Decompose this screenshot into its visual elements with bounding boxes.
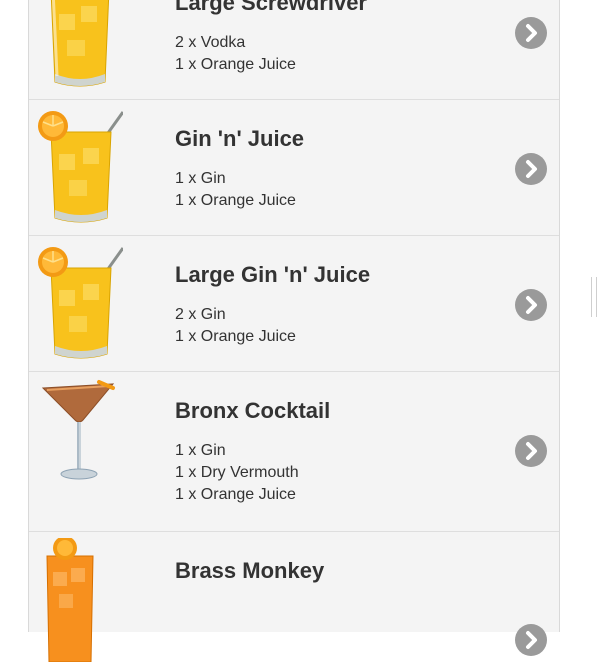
orange-drink-glass-straw-icon xyxy=(37,242,123,366)
list-item[interactable]: Large Gin 'n' Juice 2 x Gin 1 x Orange J… xyxy=(29,236,559,372)
chevron-right-icon[interactable] xyxy=(515,153,547,185)
drink-name: Brass Monkey xyxy=(175,558,325,583)
page-margin xyxy=(0,0,28,600)
orange-drink-glass-straw-icon xyxy=(37,106,123,230)
ingredient: 2 x Vodka xyxy=(175,34,246,51)
ingredient: 1 x Orange Juice xyxy=(175,192,296,209)
list-item[interactable]: Gin 'n' Juice 1 x Gin 1 x Orange Juice xyxy=(29,100,559,236)
drink-name: Large Screwdriver xyxy=(175,0,367,15)
chevron-right-icon[interactable] xyxy=(515,289,547,321)
ingredient: 1 x Orange Juice xyxy=(175,328,296,345)
drink-name: Large Gin 'n' Juice xyxy=(175,262,371,287)
drink-name: Bronx Cocktail xyxy=(175,398,331,423)
ingredient-list: 2 x Vodka 1 x Orange Juice xyxy=(175,32,296,76)
ingredient: 1 x Gin xyxy=(175,170,226,187)
tall-orange-drink-icon xyxy=(37,538,123,662)
chevron-right-icon[interactable] xyxy=(515,435,547,467)
ingredient: 1 x Dry Vermouth xyxy=(175,464,299,481)
martini-glass-icon xyxy=(37,378,123,502)
ingredient: 2 x Gin xyxy=(175,306,226,323)
list-item[interactable]: Bronx Cocktail 1 x Gin 1 x Dry Vermouth … xyxy=(29,372,559,532)
ingredient: 1 x Orange Juice xyxy=(175,56,296,73)
ingredient-list: 1 x Gin 1 x Dry Vermouth 1 x Orange Juic… xyxy=(175,440,299,506)
list-item[interactable]: Large Screwdriver 2 x Vodka 1 x Orange J… xyxy=(29,0,559,100)
drink-name: Gin 'n' Juice xyxy=(175,126,305,151)
ingredient-list: 1 x Gin 1 x Orange Juice xyxy=(175,168,296,212)
ingredient: 1 x Gin xyxy=(175,442,226,459)
chevron-right-icon[interactable] xyxy=(515,624,547,656)
chevron-right-icon[interactable] xyxy=(515,17,547,49)
ingredient: 1 x Orange Juice xyxy=(175,486,296,503)
orange-drink-glass-icon xyxy=(37,0,123,94)
ingredient-list: 2 x Gin 1 x Orange Juice xyxy=(175,304,296,348)
list-item[interactable]: Brass Monkey xyxy=(29,532,559,662)
scrollbar-thumb[interactable] xyxy=(591,277,597,317)
drink-list: Large Screwdriver 2 x Vodka 1 x Orange J… xyxy=(28,0,560,662)
